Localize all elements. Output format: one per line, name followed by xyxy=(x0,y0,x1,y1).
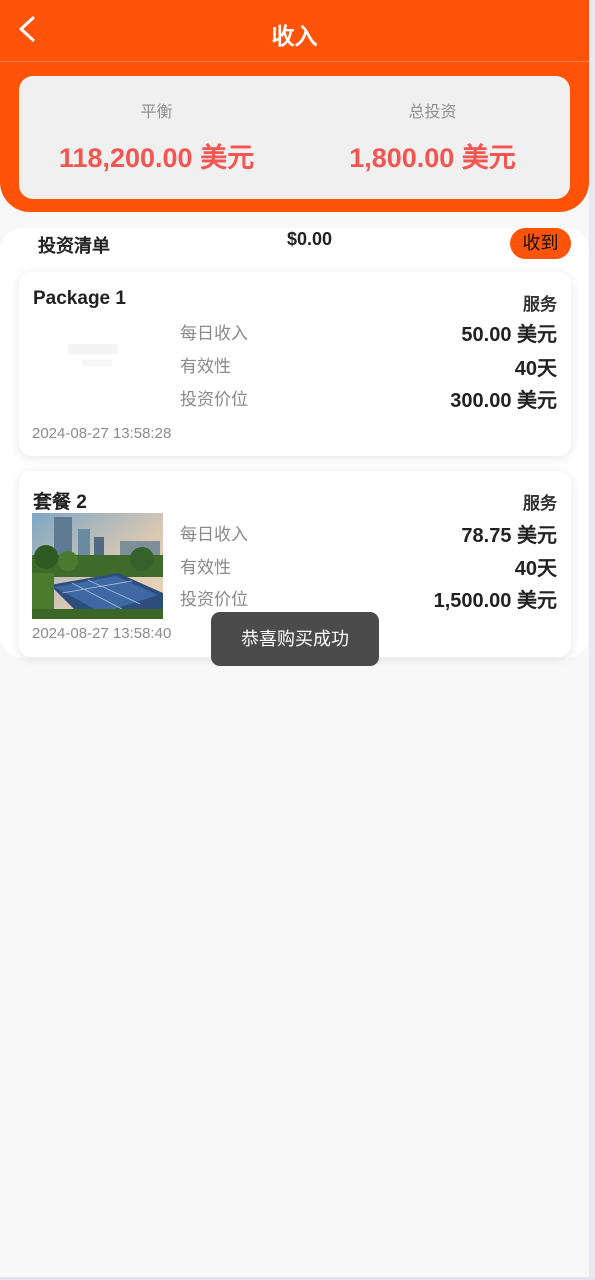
collect-button[interactable]: 收到 xyxy=(510,228,571,259)
total-investment-value: 1,800.00 美元 xyxy=(349,143,516,173)
investment-price-label: 投资价位 xyxy=(180,590,248,609)
total-investment-label: 总投资 xyxy=(408,104,457,121)
success-toast: 恭喜购买成功 xyxy=(211,612,379,666)
validity-label: 有效性 xyxy=(180,357,231,376)
investment-list-total: $0.00 xyxy=(287,229,333,249)
investment-price-label: 投资价位 xyxy=(180,390,248,409)
service-label: 服务 xyxy=(523,295,557,314)
daily-income-value: 78.75 美元 xyxy=(461,525,557,547)
package-image-blank xyxy=(32,314,163,420)
total-investment-section: 总投资 1,800.00 美元 xyxy=(295,98,570,175)
daily-income-value: 50.00 美元 xyxy=(461,324,557,346)
validity-label: 有效性 xyxy=(180,558,231,577)
solar-city-image xyxy=(32,513,163,619)
package-name: Package 1 xyxy=(33,288,126,309)
purchase-date: 2024-08-27 13:58:28 xyxy=(32,425,172,442)
purchase-date: 2024-08-27 13:58:40 xyxy=(32,625,172,642)
investment-price-value: 300.00 美元 xyxy=(450,390,557,412)
balance-value: 118,200.00 美元 xyxy=(58,143,255,173)
top-bar: 收入 xyxy=(0,0,589,62)
daily-income-label: 每日收入 xyxy=(180,525,248,544)
page-title: 收入 xyxy=(271,23,318,49)
validity-value: 40天 xyxy=(514,558,557,580)
package-name: 套餐 2 xyxy=(33,492,87,513)
service-label: 服务 xyxy=(523,494,557,513)
investment-price-value: 1,500.00 美元 xyxy=(433,590,557,612)
validity-value: 40天 xyxy=(514,358,557,380)
investment-list-title: 投资清单 xyxy=(38,236,110,256)
summary-card: 平衡 118,200.00 美元 总投资 1,800.00 美元 xyxy=(19,76,570,199)
package-card[interactable]: Package 1 服务 每日收入 50.00 美元 有效性 40天 投资价位 … xyxy=(19,272,571,456)
balance-label: 平衡 xyxy=(140,104,173,121)
scrollbar-track xyxy=(589,0,595,1280)
daily-income-label: 每日收入 xyxy=(180,324,248,343)
header: 收入 平衡 118,200.00 美元 总投资 1,800.00 美元 xyxy=(0,0,589,212)
balance-section: 平衡 118,200.00 美元 xyxy=(19,98,294,175)
